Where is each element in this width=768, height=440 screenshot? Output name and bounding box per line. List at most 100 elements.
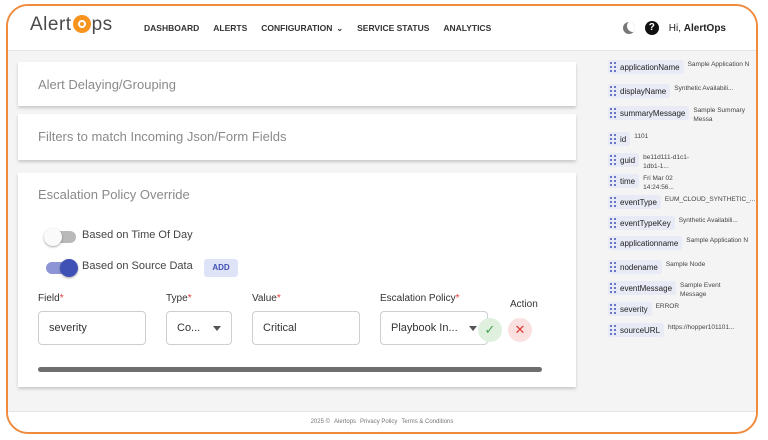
drag-handle-icon — [610, 155, 617, 165]
field-row[interactable]: eventTypeKey Synthetic Availabili... — [608, 216, 738, 230]
field-chip[interactable]: applicationName — [608, 60, 684, 74]
type-label-text: Type — [166, 293, 188, 304]
field-chip[interactable]: summaryMessage — [608, 106, 690, 120]
field-name: guid — [620, 155, 636, 165]
field-name: time — [620, 176, 636, 186]
cancel-x-icon[interactable]: ✕ — [508, 318, 532, 342]
nav-configuration[interactable]: CONFIGURATION ⌄ — [261, 23, 343, 33]
horizontal-scrollbar[interactable] — [38, 367, 542, 372]
policy-label: Escalation Policy* — [380, 293, 460, 304]
user-name: AlertOps — [683, 22, 726, 34]
field-row[interactable]: applicationname Sample Application N — [608, 236, 748, 250]
field-input[interactable]: severity — [38, 311, 146, 345]
footer-privacy-link[interactable]: Privacy Policy — [360, 419, 397, 425]
drag-handle-icon — [610, 283, 617, 293]
nav-alerts[interactable]: ALERTS — [213, 23, 247, 33]
alertops-logo[interactable]: Alert ps — [30, 14, 113, 36]
policy-value: Playbook In... — [391, 322, 458, 334]
field-chip[interactable]: time — [608, 174, 640, 188]
toggle-knob — [60, 259, 78, 277]
field-sample-value: Sample Application N — [687, 61, 750, 68]
nav-dashboard[interactable]: DASHBOARD — [144, 23, 199, 33]
page-footer: 2025 © Alertops Privacy Policy Terms & Cond… — [8, 411, 756, 432]
field-row[interactable]: applicationName Sample Application N — [608, 60, 749, 74]
field-row[interactable]: severity ERROR — [608, 302, 679, 316]
field-chip[interactable]: severity — [608, 302, 652, 316]
field-row[interactable]: summaryMessage Sample Summary Messa — [608, 106, 755, 124]
field-row[interactable]: displayName Synthetic Availabili... — [608, 84, 733, 98]
dropdown-caret-icon — [213, 326, 221, 331]
confirm-check-icon[interactable]: ✓ — [478, 318, 502, 342]
field-row[interactable]: sourceURL https://hopper101101... — [608, 323, 734, 337]
type-select[interactable]: Co... — [166, 311, 232, 345]
footer-terms-link[interactable]: Terms & Conditions — [401, 419, 453, 425]
main-nav: DASHBOARD ALERTS CONFIGURATION ⌄ SERVICE … — [144, 6, 491, 50]
drag-handle-icon — [610, 176, 617, 186]
help-icon[interactable]: ? — [644, 21, 659, 35]
logo-text: Alert — [30, 14, 72, 35]
nav-service-status[interactable]: SERVICE STATUS — [357, 23, 429, 33]
field-chip[interactable]: eventMessage — [608, 281, 677, 295]
required-mark: * — [455, 293, 460, 304]
field-row[interactable]: id 1101 — [608, 132, 648, 146]
logo-o-icon — [72, 15, 91, 33]
escalation-policy-select[interactable]: Playbook In... — [380, 311, 488, 345]
field-row[interactable]: eventMessage Sample Event Message — [608, 281, 742, 299]
drag-handle-icon — [610, 325, 617, 335]
field-name: eventMessage — [620, 283, 673, 293]
nav-label: CONFIGURATION — [261, 23, 333, 33]
field-sample-value: ERROR — [655, 303, 680, 310]
field-chip[interactable]: eventTypeKey — [608, 216, 675, 230]
alert-delaying-card[interactable]: Alert Delaying/Grouping — [18, 62, 576, 106]
field-sample-value: Fri Mar 02 14:24:56... — [643, 175, 674, 191]
field-chip[interactable]: nodename — [608, 260, 662, 274]
source-data-toggle[interactable] — [46, 259, 78, 277]
field-chip[interactable]: sourceURL — [608, 323, 665, 337]
field-row[interactable]: eventType EUM_CLOUD_SYNTHETIC_... — [608, 195, 755, 209]
field-chip[interactable]: id — [608, 132, 631, 146]
field-sample-value: Sample Event Message — [680, 282, 721, 298]
dark-mode-moon-icon[interactable] — [622, 22, 635, 34]
field-sample-value: Sample Application N — [686, 237, 749, 244]
field-row[interactable]: nodename Sample Node — [608, 260, 705, 274]
card-title: Escalation Policy Override — [38, 187, 190, 202]
header-tools: ? Hi, AlertOps — [622, 6, 726, 50]
field-sample-value: Synthetic Availabili... — [678, 217, 738, 224]
drag-handle-icon — [610, 238, 617, 248]
source-data-label: Based on Source Data — [82, 260, 193, 272]
toggle-knob — [44, 228, 62, 246]
drag-handle-icon — [610, 86, 617, 96]
time-of-day-toggle[interactable] — [44, 228, 76, 246]
nav-analytics[interactable]: ANALYTICS — [443, 23, 491, 33]
field-name: sourceURL — [620, 325, 661, 335]
field-chip[interactable]: displayName — [608, 84, 671, 98]
field-sample-value: Sample Node — [665, 261, 706, 268]
footer-copyright: 2025 © — [310, 419, 331, 425]
nav-label: ALERTS — [213, 23, 248, 33]
drag-handle-icon — [610, 197, 617, 207]
field-value: severity — [49, 322, 87, 334]
required-mark: * — [276, 293, 281, 304]
field-row[interactable]: guid be11d111-d1c1-1db1-1... — [608, 153, 705, 171]
chevron-down-icon: ⌄ — [336, 23, 344, 33]
time-of-day-label: Based on Time Of Day — [82, 229, 193, 241]
value-input[interactable]: Critical — [252, 311, 360, 345]
field-chip[interactable]: guid — [608, 153, 640, 167]
user-greeting[interactable]: Hi, AlertOps — [669, 23, 726, 34]
greeting-prefix: Hi, — [668, 22, 684, 34]
type-value: Co... — [177, 322, 201, 334]
field-sample-value: be11d111-d1c1-1db1-1... — [643, 154, 690, 170]
field-chip[interactable]: applicationname — [608, 236, 683, 250]
footer-company-link[interactable]: Alertops — [334, 419, 356, 425]
filters-card[interactable]: Filters to match Incoming Json/Form Fiel… — [18, 114, 576, 160]
drag-handle-icon — [610, 262, 617, 272]
field-chip[interactable]: eventType — [608, 195, 661, 209]
top-navbar: Alert ps DASHBOARD ALERTS CONFIGURATION ⌄ … — [8, 6, 756, 51]
field-row[interactable]: time Fri Mar 02 14:24:56... — [608, 174, 705, 192]
field-name: id — [620, 134, 627, 144]
logo-text-suffix: ps — [91, 14, 113, 35]
add-button[interactable]: ADD — [204, 259, 238, 277]
drag-handle-icon — [610, 62, 617, 72]
nav-label: SERVICE STATUS — [357, 23, 430, 33]
app-frame: Alert ps DASHBOARD ALERTS CONFIGURATION ⌄ … — [6, 4, 758, 434]
